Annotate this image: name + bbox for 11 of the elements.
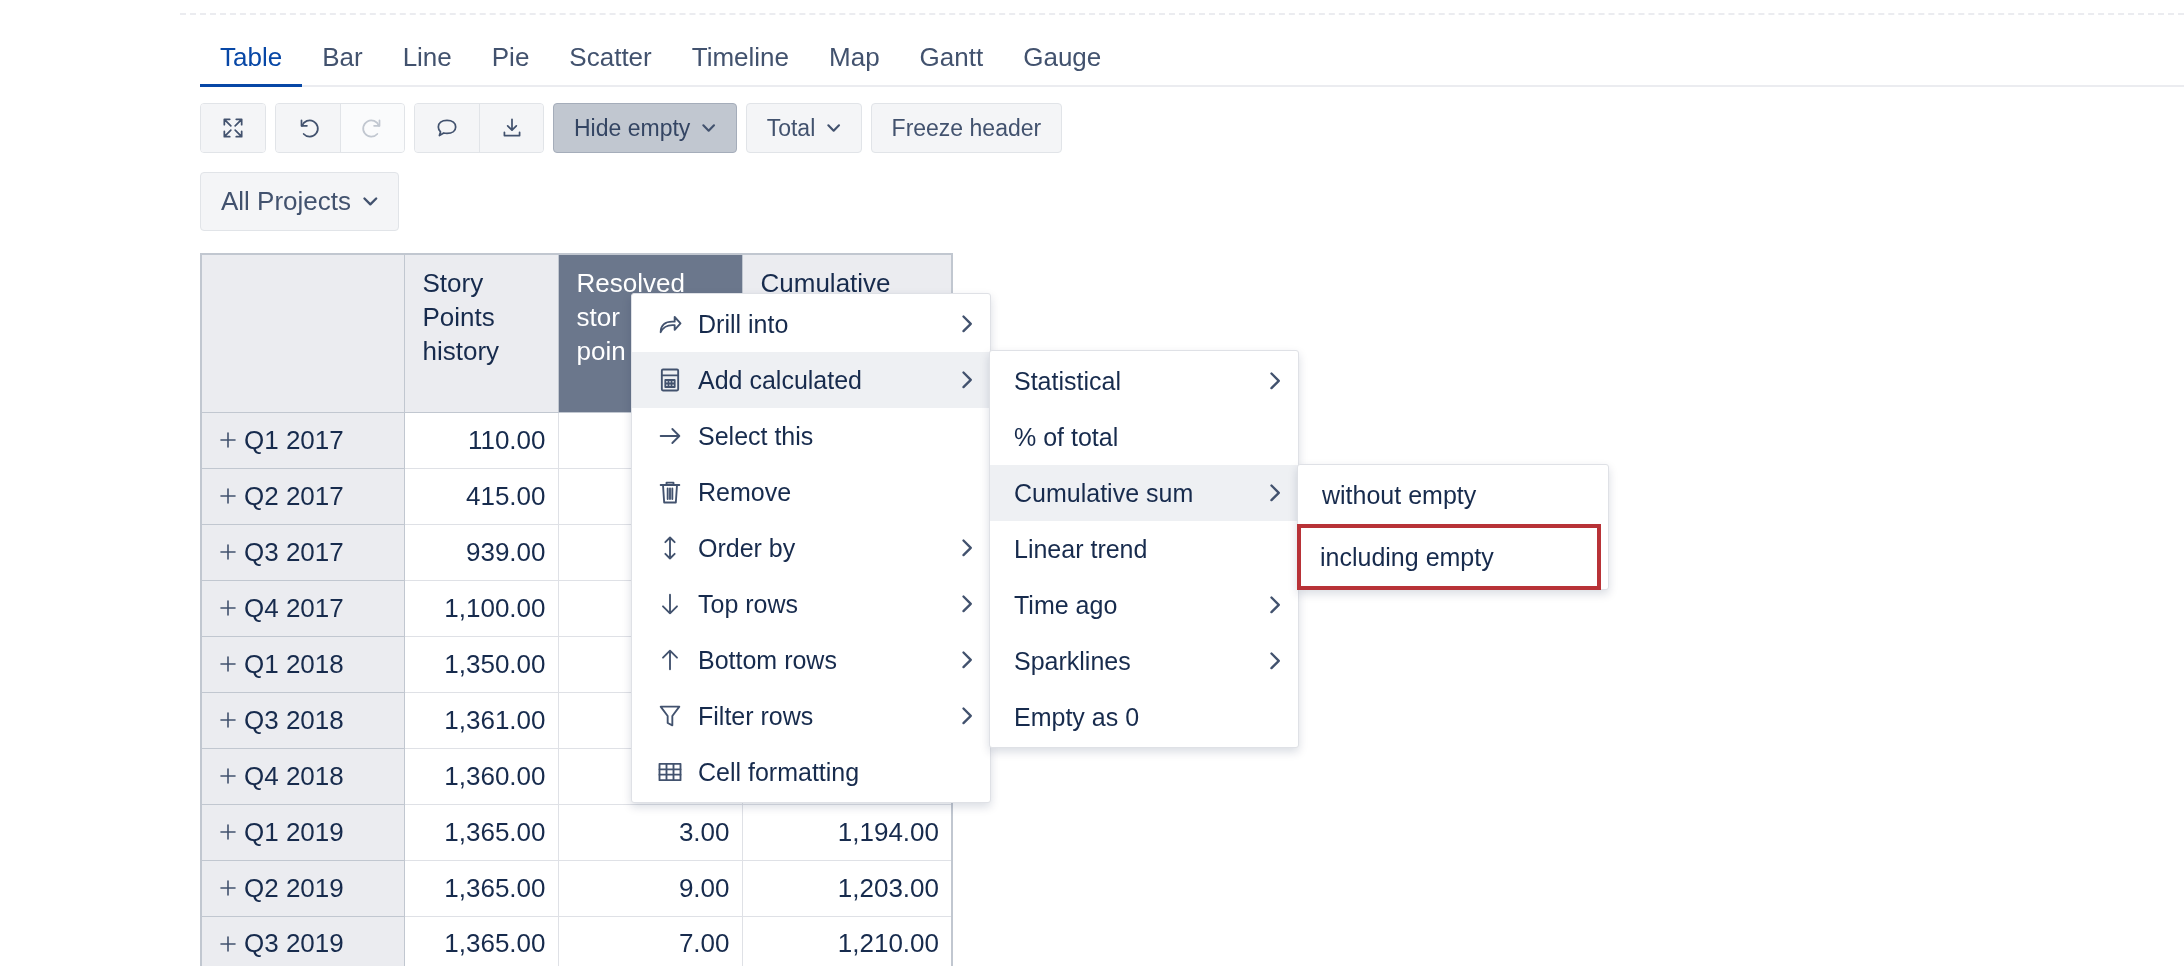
- table-cell: 9.00: [558, 860, 742, 916]
- table-cell: 3.00: [558, 804, 742, 860]
- table-cell: 1,365.00: [404, 804, 558, 860]
- table-cell: 1,360.00: [404, 748, 558, 804]
- table-cell: 415.00: [404, 468, 558, 524]
- table-cell: 939.00: [404, 524, 558, 580]
- table-cell: 1,361.00: [404, 692, 558, 748]
- table-cell: 1,100.00: [404, 580, 558, 636]
- table-cell: 1,365.00: [404, 860, 558, 916]
- table-cell: 110.00: [404, 412, 558, 468]
- table-cell: 1,350.00: [404, 636, 558, 692]
